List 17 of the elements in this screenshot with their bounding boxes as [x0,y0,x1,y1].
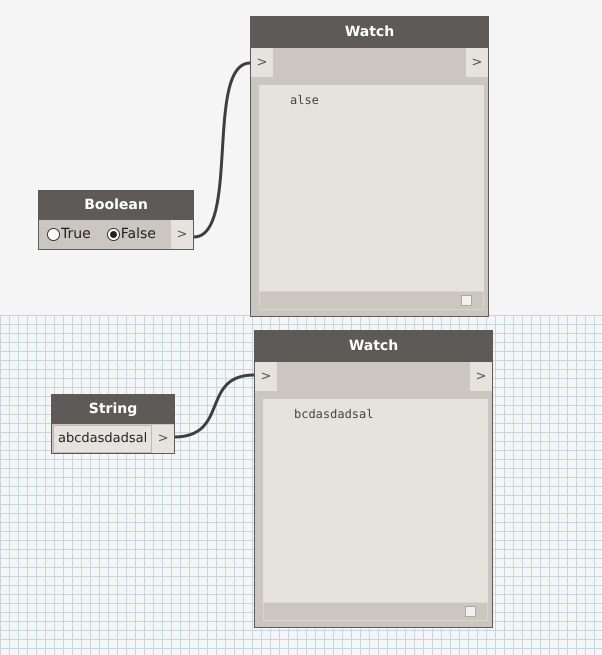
resize-handle[interactable] [461,295,472,306]
output-port[interactable]: > [152,425,174,453]
radio-option[interactable]: False [106,224,156,245]
resize-handle[interactable] [465,606,476,617]
output-port[interactable]: > [466,48,488,77]
output-port[interactable]: > [470,362,492,391]
text-field[interactable]: abcdasdadsal [53,425,152,453]
radio-option[interactable]: True [47,224,91,245]
node-title: Watch [251,17,488,48]
watch-output: bcdasdadsal [263,399,488,602]
watch-output: alse [259,85,484,291]
node-title: String [52,395,174,424]
input-port[interactable]: > [251,48,273,77]
output-port[interactable]: > [171,220,193,249]
node-title: Watch [255,331,492,362]
input-port[interactable]: > [255,362,277,391]
node-title: Boolean [39,191,193,220]
